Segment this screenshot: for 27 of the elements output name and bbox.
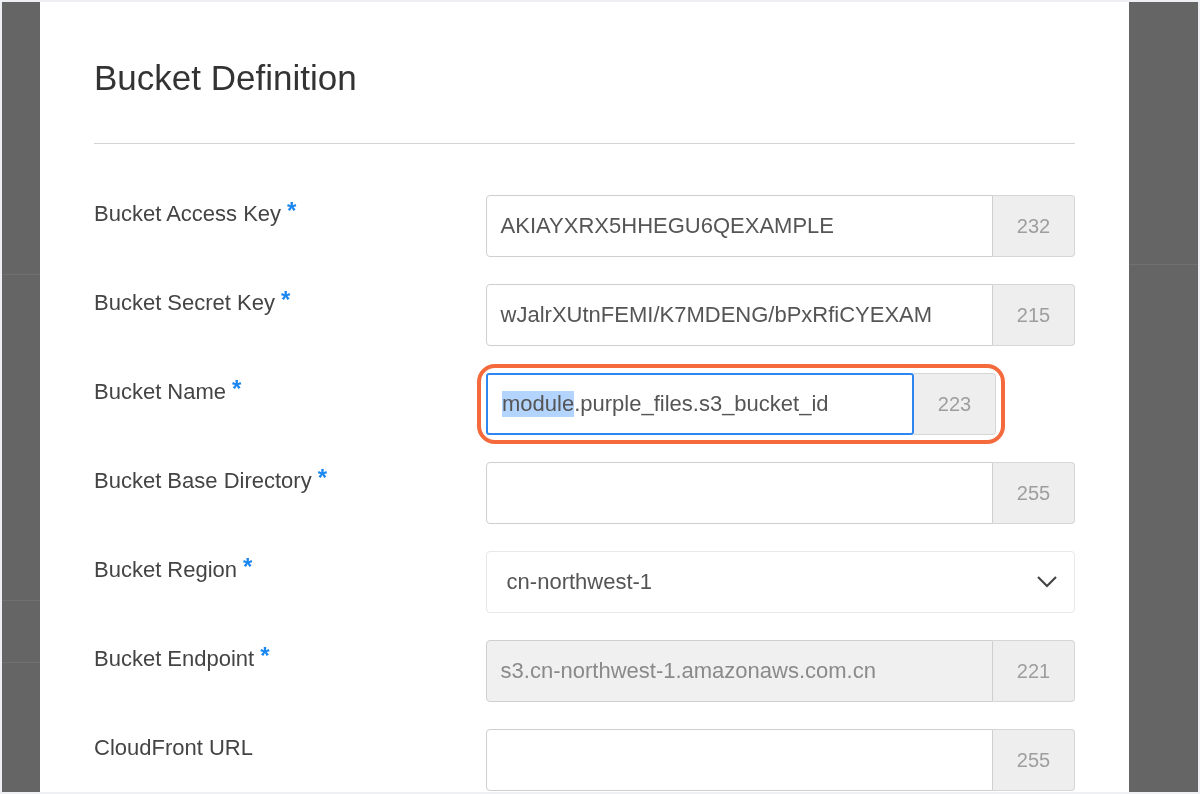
character-counter: 255 xyxy=(993,729,1075,791)
field-label: Bucket Base Directory xyxy=(94,468,312,494)
field-label: Bucket Secret Key xyxy=(94,290,275,316)
character-counter: 221 xyxy=(993,640,1075,702)
field-label: Bucket Name xyxy=(94,379,227,405)
required-asterisk: * xyxy=(232,379,242,399)
dialog-title: Bucket Definition xyxy=(94,57,358,99)
character-counter: 215 xyxy=(993,284,1075,346)
input-field[interactable]: wJalrXUtnFEMI/K7MDENG/bPxRfiCYEXAM xyxy=(485,284,993,346)
character-counter: 255 xyxy=(993,462,1075,524)
field-label: Bucket Endpoint xyxy=(94,646,255,672)
required-asterisk: * xyxy=(281,290,291,310)
required-asterisk: * xyxy=(287,201,297,221)
input-field[interactable] xyxy=(485,729,993,791)
required-asterisk: * xyxy=(243,557,253,577)
field-label: Bucket Access Key xyxy=(94,201,282,227)
input-field[interactable]: module.purple_files.s3_bucket_id xyxy=(486,373,914,435)
required-asterisk: * xyxy=(260,646,270,666)
character-counter: 232 xyxy=(993,195,1075,257)
field-label: Bucket Region xyxy=(94,557,238,583)
required-asterisk: * xyxy=(317,468,327,488)
input-field[interactable]: AKIAYXRX5HHEGU6QEXAMPLE xyxy=(485,195,993,257)
field-label: CloudFront URL xyxy=(94,735,253,761)
region-dropdown[interactable]: cn-northwest-1 xyxy=(485,551,1075,613)
input-field[interactable] xyxy=(485,462,993,524)
character-counter: 223 xyxy=(914,373,996,435)
chevron-down-icon xyxy=(1036,575,1058,589)
